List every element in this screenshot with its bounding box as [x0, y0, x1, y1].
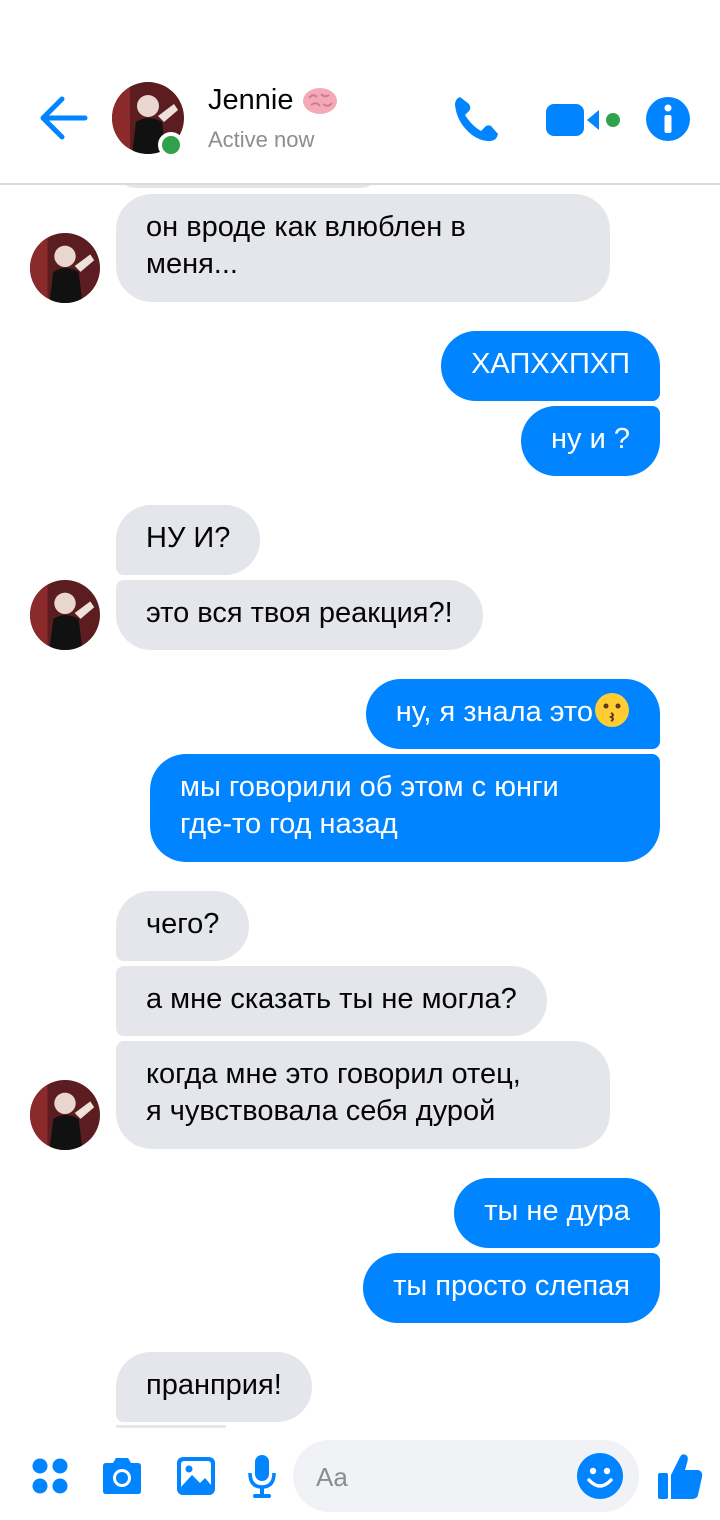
message-outgoing[interactable]: ты просто слепая	[363, 1253, 660, 1323]
video-camera-icon[interactable]	[545, 100, 627, 140]
message-input-placeholder: Aa	[316, 1462, 348, 1492]
message-incoming[interactable]: он вроде как влюблен в меня...	[116, 194, 610, 302]
info-icon[interactable]	[645, 96, 691, 142]
message-incoming[interactable]: пранприя!	[116, 1352, 312, 1422]
message-incoming[interactable]: чего?	[116, 891, 250, 961]
message-outgoing[interactable]: мы говорили об этом с юнги где-то год на…	[150, 754, 660, 862]
message-incoming[interactable]: когда мне это говорил отец, я чувствовал…	[116, 1041, 610, 1149]
message-outgoing[interactable]: ты не дура	[454, 1178, 660, 1248]
chat-header: Jennie Active now	[0, 0, 720, 185]
message-text: ну, я знала это	[395, 696, 593, 728]
camera-icon[interactable]	[99, 1456, 145, 1496]
back-arrow-icon[interactable]	[38, 95, 88, 141]
contact-avatar-small[interactable]	[30, 233, 100, 303]
message-outgoing[interactable]: ХАПХХПХП	[441, 331, 660, 401]
contact-avatar-small[interactable]	[30, 1080, 100, 1150]
online-indicator	[158, 132, 184, 158]
contact-avatar-small[interactable]	[30, 580, 100, 650]
apps-grid-icon[interactable]	[30, 1456, 70, 1496]
phone-icon[interactable]	[450, 93, 502, 145]
contact-name[interactable]: Jennie	[208, 84, 339, 117]
thumbs-up-icon[interactable]	[656, 1451, 704, 1501]
active-status: Active now	[208, 127, 315, 152]
gallery-icon[interactable]	[175, 1455, 217, 1497]
microphone-icon[interactable]	[246, 1453, 278, 1499]
message-incoming[interactable]: а мне сказать ты не могла?	[116, 966, 547, 1036]
message-outgoing[interactable]: ну, я знала это	[365, 679, 660, 749]
message-incoming[interactable]: это вся твоя реакция?!	[116, 580, 483, 650]
brain-icon	[303, 87, 338, 114]
message-outgoing[interactable]: ну и ?	[521, 406, 660, 476]
emoji-smiley-icon[interactable]	[576, 1452, 624, 1500]
kissing-face-icon	[595, 693, 629, 728]
message-incoming[interactable]: НУ И?	[116, 505, 261, 575]
